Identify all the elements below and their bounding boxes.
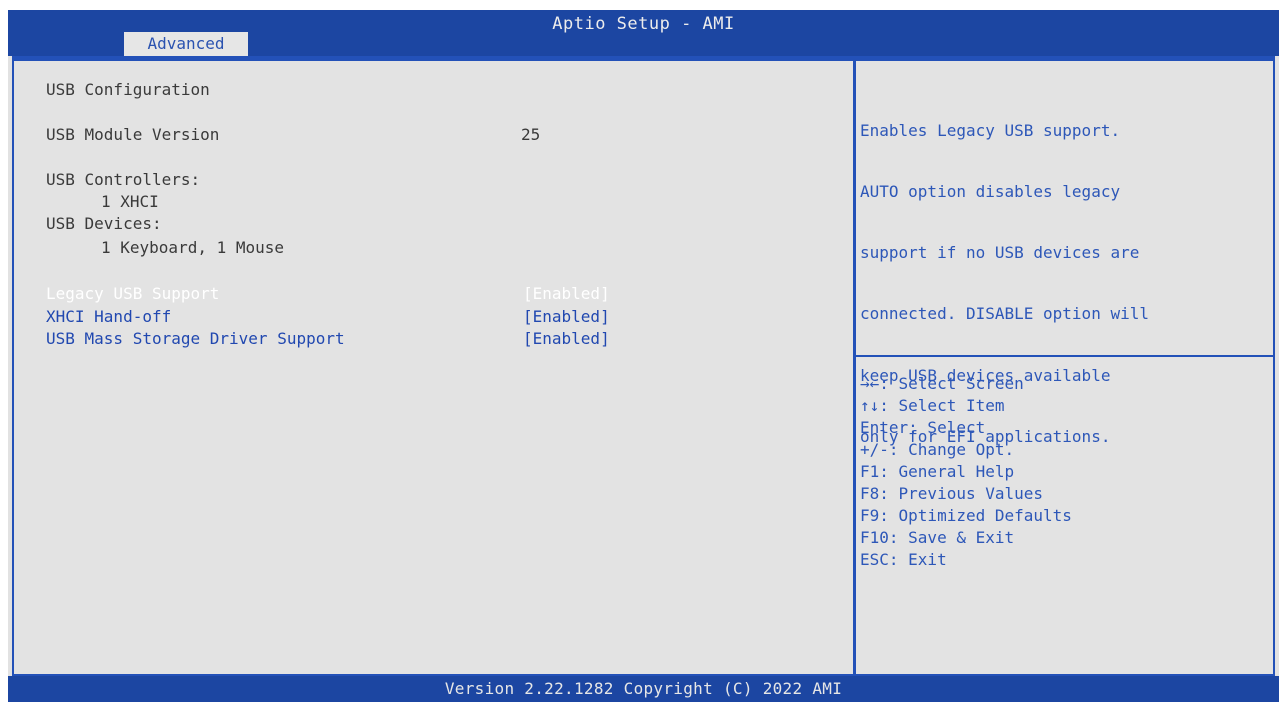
key-enter-select: Enter: Select (860, 418, 986, 437)
usb-controllers-value: 1 XHCI (101, 192, 159, 211)
key-select-item: ↑↓: Select Item (860, 396, 1005, 415)
key-esc-exit: ESC: Exit (860, 550, 947, 569)
help-line: support if no USB devices are (860, 243, 1140, 263)
help-line: AUTO option disables legacy (860, 182, 1121, 202)
key-optimized-defaults: F9: Optimized Defaults (860, 506, 1072, 525)
option-legacy-usb-support[interactable]: Legacy USB Support (46, 284, 219, 304)
option-legacy-usb-support-value[interactable]: [Enabled] (523, 284, 610, 304)
tab-advanced[interactable]: Advanced (124, 32, 248, 56)
help-line: Enables Legacy USB support. (860, 120, 1121, 140)
bios-screen: Aptio Setup - AMI Advanced USB Configura… (8, 10, 1279, 702)
section-title: USB Configuration (46, 80, 210, 99)
bottom-bar: Version 2.22.1282 Copyright (C) 2022 AMI (8, 676, 1279, 702)
usb-devices-value: 1 Keyboard, 1 Mouse (101, 238, 285, 257)
option-xhci-hand-off[interactable]: XHCI Hand-off (46, 307, 171, 327)
usb-controllers-label: USB Controllers: (46, 170, 201, 189)
key-legend: →←: Select Screen ↑↓: Select Item Enter:… (860, 373, 1072, 571)
usb-devices-label: USB Devices: (46, 214, 162, 233)
key-select-screen: →←: Select Screen (860, 374, 1024, 393)
option-usb-mass-storage-driver-support[interactable]: USB Mass Storage Driver Support (46, 329, 345, 349)
key-change-opt: +/-: Change Opt. (860, 440, 1015, 459)
usb-module-version-value: 25 (521, 125, 541, 144)
version-text: Version 2.22.1282 Copyright (C) 2022 AMI (444, 679, 843, 698)
help-line: connected. DISABLE option will (860, 304, 1149, 324)
option-xhci-hand-off-value[interactable]: [Enabled] (523, 307, 610, 327)
app-title: Aptio Setup - AMI (552, 14, 735, 34)
vertical-divider (853, 61, 856, 674)
option-usb-mass-storage-driver-support-value[interactable]: [Enabled] (523, 329, 610, 349)
key-save-exit: F10: Save & Exit (860, 528, 1015, 547)
key-general-help: F1: General Help (860, 462, 1015, 481)
key-previous-values: F8: Previous Values (860, 484, 1044, 503)
top-bar: Aptio Setup - AMI Advanced (8, 10, 1279, 56)
usb-module-version-label: USB Module Version (46, 125, 220, 144)
